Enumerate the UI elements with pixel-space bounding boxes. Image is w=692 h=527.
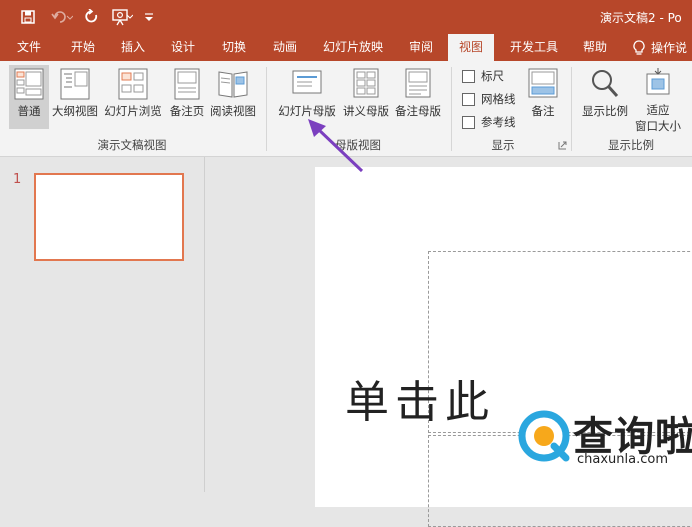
slide-sorter-icon (118, 68, 148, 100)
outline-view-button[interactable]: 大纲视图 (51, 65, 99, 129)
tab-transitions[interactable]: 切换 (213, 34, 255, 61)
tab-file[interactable]: 文件 (8, 34, 50, 61)
reading-view-label: 阅读视图 (210, 104, 256, 118)
notes-label: 备注 (531, 104, 555, 118)
magnifier-icon (592, 70, 619, 98)
group-separator (266, 67, 267, 151)
zoom-group-label: 显示比例 (608, 138, 654, 152)
fit-to-window-icon (646, 68, 670, 95)
redo-icon[interactable] (82, 7, 102, 27)
tab-view[interactable]: 视图 (448, 34, 494, 61)
present-from-start-icon[interactable] (110, 7, 134, 27)
outline-view-icon (60, 68, 90, 100)
gridlines-label: 网格线 (481, 92, 516, 106)
title-bar: 演示文稿2 - Po (0, 0, 692, 34)
tab-home[interactable]: 开始 (62, 34, 104, 61)
notes-page-label: 备注页 (169, 104, 205, 118)
normal-view-button[interactable]: 普通 (9, 65, 49, 129)
tab-help[interactable]: 帮助 (574, 34, 616, 61)
lightbulb-icon (633, 39, 645, 55)
tell-me-label: 操作说 (651, 41, 688, 55)
save-icon[interactable] (18, 7, 38, 27)
tab-design[interactable]: 设计 (162, 34, 204, 61)
fit-line1: 适应 (646, 103, 670, 117)
outline-view-label: 大纲视图 (52, 104, 98, 118)
slide-number: 1 (13, 172, 22, 187)
ruler-checkbox-box[interactable] (462, 69, 475, 83)
zoom-button[interactable]: 显示比例 (578, 65, 632, 129)
group-separator (571, 67, 572, 151)
fit-line2: 窗口大小 (635, 119, 681, 133)
reading-view-button[interactable]: 阅读视图 (208, 65, 258, 129)
guides-label: 参考线 (481, 115, 516, 129)
ruler-label: 标尺 (481, 69, 504, 83)
normal-view-icon (14, 68, 44, 100)
slide-thumbnail[interactable] (34, 173, 184, 261)
notes-page-icon (174, 68, 200, 100)
gridlines-checkbox-box[interactable] (462, 92, 475, 106)
tab-review[interactable]: 审阅 (400, 34, 442, 61)
watermark-logo (518, 410, 570, 462)
tab-insert[interactable]: 插入 (112, 34, 154, 61)
presentation-views-group-label: 演示文稿视图 (97, 138, 167, 152)
tab-developer[interactable]: 开发工具 (503, 34, 565, 61)
guides-checkbox[interactable]: 参考线 (462, 113, 516, 131)
notes-master-label: 备注母版 (395, 104, 441, 118)
annotation-arrow (308, 119, 364, 173)
tab-animations[interactable]: 动画 (264, 34, 306, 61)
customize-qat-icon[interactable] (142, 7, 156, 27)
ribbon-tabs: 文件 开始 插入 设计 切换 动画 幻灯片放映 审阅 视图 开发工具 帮助 操作… (0, 34, 692, 61)
slide-sorter-button[interactable]: 幻灯片浏览 (103, 65, 163, 129)
notes-master-icon (405, 68, 431, 98)
ruler-checkbox[interactable]: 标尺 (462, 67, 504, 85)
notes-button[interactable]: 备注 (524, 65, 562, 129)
undo-icon[interactable] (50, 7, 74, 27)
slide-sorter-label: 幻灯片浏览 (104, 104, 162, 118)
guides-checkbox-box[interactable] (462, 115, 475, 129)
dialog-launcher-icon[interactable] (558, 141, 567, 150)
tell-me-search[interactable]: 操作说 (632, 34, 687, 61)
watermark-url: chaxunla.com (577, 452, 668, 467)
slide-master-icon (292, 70, 322, 94)
reading-view-icon (218, 71, 248, 98)
handout-master-icon (353, 68, 379, 98)
show-group-label: 显示 (491, 138, 515, 152)
fit-to-window-button[interactable]: 适应 窗口大小 (632, 65, 684, 135)
notes-master-button[interactable]: 备注母版 (393, 65, 443, 129)
window-title: 演示文稿2 - Po (600, 11, 682, 25)
zoom-label: 显示比例 (582, 104, 628, 118)
slide-thumbnail-pane: 1 (0, 157, 205, 492)
notes-icon (528, 68, 558, 98)
notes-page-button[interactable]: 备注页 (168, 65, 206, 129)
group-separator (451, 67, 452, 151)
title-placeholder-text: 单击此 (345, 377, 495, 428)
normal-view-label: 普通 (17, 104, 41, 118)
gridlines-checkbox[interactable]: 网格线 (462, 90, 516, 108)
tab-slideshow[interactable]: 幻灯片放映 (316, 34, 390, 61)
